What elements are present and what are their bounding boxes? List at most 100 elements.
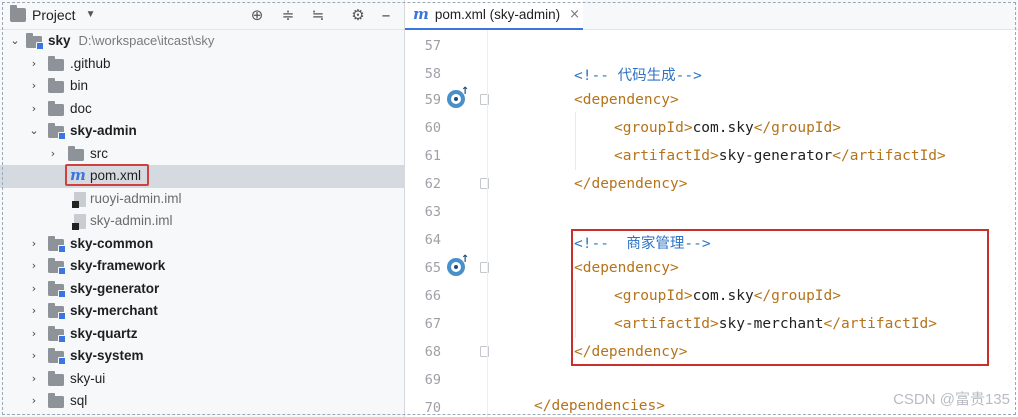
tree-item-sky-framework[interactable]: › sky-framework — [0, 255, 404, 278]
chevron-right-icon[interactable]: › — [29, 80, 39, 91]
line-number: 67 — [424, 316, 441, 332]
gutter-separator — [487, 30, 488, 417]
folder-icon — [48, 100, 64, 116]
module-folder-icon — [48, 258, 66, 275]
line-number: 57 — [424, 38, 441, 54]
tree-item-sky-generator[interactable]: › sky-generator — [0, 278, 404, 301]
tree-item-label: .github — [70, 55, 111, 71]
tree-item-label: src — [90, 145, 108, 161]
folder-icon — [68, 145, 84, 161]
tree-item-sky[interactable]: ⌄ sky D:\workspace\itcast\sky — [0, 30, 404, 53]
tree-item-sql[interactable]: › sql — [0, 390, 404, 413]
tree-item-label: sky-merchant — [70, 303, 158, 318]
chevron-right-icon[interactable]: › — [29, 373, 39, 384]
folder-icon — [48, 393, 64, 408]
tree-item-label: sky-admin.iml — [90, 213, 173, 228]
line-number: 60 — [424, 120, 441, 136]
code-editor: m pom.xml (sky-admin) × 57 58 59 60 61 6… — [405, 0, 1018, 417]
chevron-right-icon[interactable]: › — [29, 350, 39, 361]
chevron-right-icon[interactable]: › — [29, 103, 39, 114]
line-number: 70 — [424, 400, 441, 416]
minimize-icon[interactable]: – — [377, 5, 395, 26]
iml-file-icon — [72, 191, 86, 208]
tree-item-label: ruoyi-admin.iml — [90, 190, 182, 206]
line-number: 69 — [424, 372, 441, 388]
chevron-down-icon[interactable]: ⌄ — [10, 35, 20, 46]
module-folder-icon — [48, 303, 66, 320]
folder-icon — [48, 370, 64, 386]
line-number: 61 — [424, 148, 441, 164]
module-folder-icon — [48, 348, 66, 365]
tree-item-pom-xml[interactable]: m pom.xml — [0, 164, 404, 188]
module-folder-icon — [48, 280, 66, 298]
arrow-up-icon: ↑ — [461, 254, 470, 265]
tree-item-bin[interactable]: › bin — [0, 75, 404, 98]
module-folder-icon — [48, 235, 66, 253]
tree-item-sky-common[interactable]: › sky-common — [0, 233, 404, 256]
selection-highlight-box — [65, 164, 149, 186]
iml-file-icon — [72, 214, 86, 230]
tree-item-src[interactable]: › src — [0, 143, 404, 166]
module-folder-icon — [48, 123, 66, 140]
tab-label: pom.xml (sky-admin) — [434, 6, 561, 22]
close-icon[interactable]: × — [569, 7, 580, 22]
folder-icon — [26, 33, 44, 50]
tree-item-label: doc — [70, 100, 92, 116]
tree-item-sky-quartz[interactable]: › sky-quartz — [0, 323, 404, 346]
folder-icon — [48, 55, 64, 71]
arrow-up-icon: ↑ — [461, 86, 470, 97]
tree-item-label: sky-admin — [70, 123, 137, 138]
tree-item-label: sky-system — [70, 348, 144, 363]
chevron-right-icon[interactable]: › — [29, 328, 39, 339]
line-number: 63 — [424, 204, 441, 220]
chevron-right-icon[interactable]: › — [29, 395, 39, 406]
chevron-right-icon[interactable]: › — [29, 260, 39, 271]
tree-item-sky-admin[interactable]: ⌄ sky-admin — [0, 120, 404, 143]
code-tag: </dependencies> — [534, 398, 665, 414]
tree-item-sky-merchant[interactable]: › sky-merchant — [0, 300, 404, 323]
code-line: <groupId>com.sky</groupId> — [614, 120, 841, 136]
chevron-right-icon[interactable]: › — [29, 238, 39, 249]
tree-item-label: sky-generator — [70, 280, 160, 296]
editor-gutter: 57 58 59 60 61 62 63 64 65 66 67 68 69 7… — [405, 30, 489, 417]
folder-icon — [48, 78, 64, 93]
line-number: 64 — [424, 232, 441, 248]
tree-item-doc[interactable]: › doc — [0, 98, 404, 121]
line-number: 62 — [424, 176, 441, 192]
annotation-highlight-box — [571, 229, 989, 366]
expand-all-icon[interactable]: ≑ — [279, 6, 297, 24]
project-panel: Project ▼ ⊕ ≑ ≒ ⚙ – ⌄ sky D:\workspace\it… — [0, 0, 404, 417]
collapse-all-icon[interactable]: ≒ — [309, 6, 327, 24]
project-panel-title[interactable]: Project — [32, 7, 76, 23]
tree-item-sky-admin-iml[interactable]: sky-admin.iml — [0, 210, 404, 233]
crosshair-icon[interactable]: ⊕ — [248, 6, 266, 24]
chevron-down-icon[interactable]: ▼ — [86, 9, 96, 20]
chevron-right-icon[interactable]: › — [29, 58, 39, 69]
chevron-down-icon[interactable]: ⌄ — [29, 125, 39, 136]
tree-item-label: sky-quartz — [70, 325, 138, 341]
maven-icon: m — [413, 5, 429, 23]
tree-item-label: sky D:\workspace\itcast\sky — [48, 33, 215, 48]
chevron-right-icon[interactable]: › — [48, 148, 58, 159]
editor-tab-bar: m pom.xml (sky-admin) × — [405, 0, 1018, 30]
code-tag: </dependency> — [574, 176, 688, 192]
tree-item-ruoyi-admin-iml[interactable]: ruoyi-admin.iml — [0, 188, 404, 211]
indent-guide — [575, 112, 576, 170]
chevron-right-icon[interactable]: › — [29, 283, 39, 294]
tree-item-github[interactable]: › .github — [0, 53, 404, 76]
project-panel-header: Project ▼ ⊕ ≑ ≒ ⚙ – — [0, 0, 404, 30]
line-number: 66 — [424, 288, 441, 304]
line-number: 59 — [424, 92, 441, 108]
chevron-right-icon[interactable]: › — [29, 305, 39, 316]
module-folder-icon — [48, 325, 66, 343]
line-number: 68 — [424, 344, 441, 360]
tree-item-sky-system[interactable]: › sky-system — [0, 345, 404, 368]
tab-pom-xml[interactable]: m pom.xml (sky-admin) × — [405, 0, 583, 30]
project-folder-icon — [10, 4, 26, 22]
tree-item-sky-ui[interactable]: › sky-ui — [0, 368, 404, 391]
tree-item-label: sky-framework — [70, 258, 166, 273]
watermark: CSDN @富贵135 — [893, 391, 1010, 408]
tree-item-label: sky-ui — [70, 370, 106, 386]
gear-icon[interactable]: ⚙ — [349, 6, 367, 24]
tree-item-label: sql — [70, 393, 88, 408]
